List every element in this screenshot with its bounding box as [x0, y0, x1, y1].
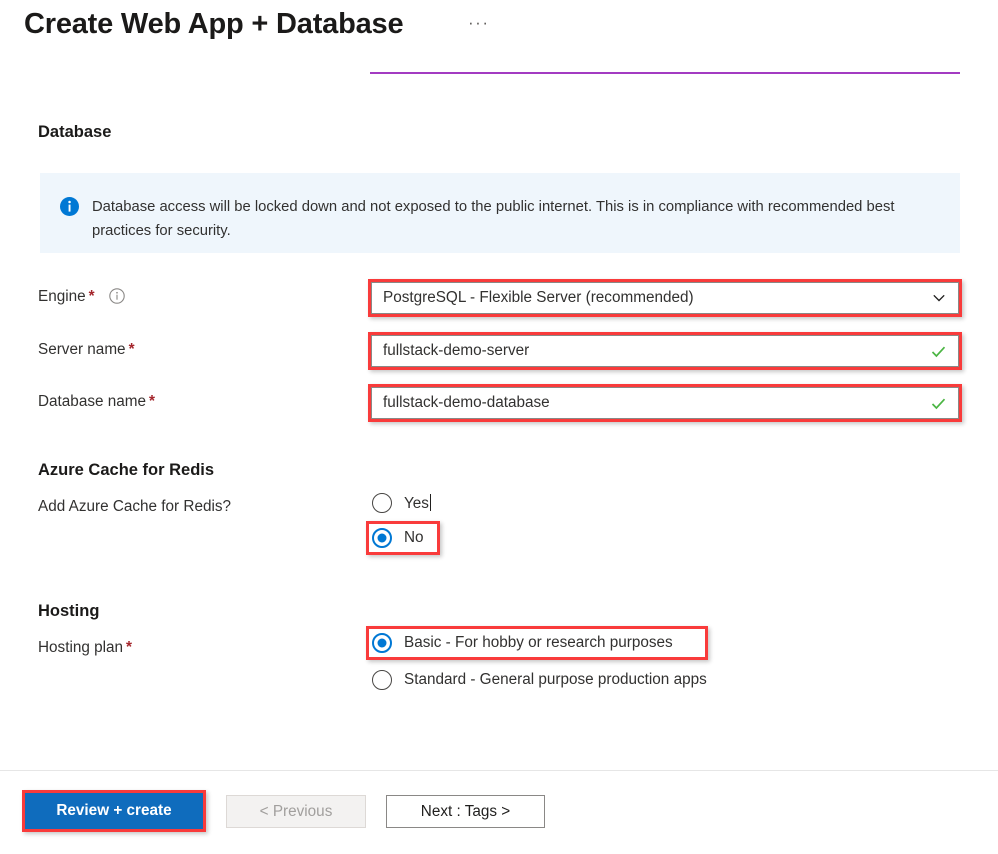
more-options-ellipsis-icon[interactable]: ··· — [468, 14, 489, 31]
server-name-value: fullstack-demo-server — [383, 342, 530, 359]
section-heading-hosting: Hosting — [38, 602, 100, 620]
database-info-banner-text: Database access will be locked down and … — [92, 199, 895, 239]
review-create-button[interactable]: Review + create — [25, 793, 203, 829]
server-name-label: Server name * — [38, 341, 135, 359]
engine-label: Engine * — [38, 288, 125, 306]
database-name-label: Database name * — [38, 393, 155, 411]
database-name-required-asterisk: * — [149, 393, 155, 410]
radio-circle-icon[interactable] — [372, 493, 392, 513]
radio-redis-no-label: No — [404, 529, 424, 546]
radio-redis-yes[interactable]: Yes — [372, 490, 431, 516]
database-name-value: fullstack-demo-database — [383, 394, 550, 411]
engine-info-icon[interactable] — [109, 288, 125, 304]
hosting-plan-label-text: Hosting plan — [38, 639, 124, 656]
engine-dropdown[interactable]: PostgreSQL - Flexible Server (recommende… — [371, 282, 959, 314]
server-name-input[interactable]: fullstack-demo-server — [371, 335, 959, 367]
radio-hosting-basic-label: Basic - For hobby or research purposes — [404, 634, 673, 651]
radio-circle-selected-icon[interactable] — [372, 633, 392, 653]
database-info-banner: Database access will be locked down and … — [40, 173, 960, 253]
database-name-label-text: Database name — [38, 393, 146, 410]
radio-circle-selected-icon[interactable] — [372, 528, 392, 548]
chevron-down-icon[interactable] — [931, 290, 947, 306]
radio-hosting-standard[interactable]: Standard - General purpose production ap… — [372, 667, 707, 693]
text-caret — [429, 493, 431, 511]
engine-required-asterisk: * — [88, 288, 95, 305]
check-icon — [930, 343, 947, 360]
hosting-plan-label: Hosting plan * — [38, 639, 132, 657]
section-heading-redis: Azure Cache for Redis — [38, 461, 215, 479]
database-name-input[interactable]: fullstack-demo-database — [371, 387, 959, 419]
page-title: Create Web App + Database — [24, 8, 404, 40]
previous-button: < Previous — [226, 795, 366, 828]
radio-circle-icon[interactable] — [372, 670, 392, 690]
server-name-required-asterisk: * — [128, 341, 135, 358]
radio-hosting-basic[interactable]: Basic - For hobby or research purposes — [372, 630, 673, 656]
next-tags-button[interactable]: Next : Tags > — [386, 795, 545, 828]
server-name-label-text: Server name — [38, 341, 126, 358]
radio-hosting-standard-label: Standard - General purpose production ap… — [404, 671, 707, 688]
hosting-plan-required-asterisk: * — [126, 639, 132, 656]
radio-redis-yes-label: Yes — [404, 493, 431, 512]
info-icon — [60, 197, 79, 216]
radio-redis-no[interactable]: No — [372, 525, 424, 551]
partial-field-above[interactable] — [370, 40, 960, 74]
engine-label-text: Engine — [38, 288, 86, 305]
footer-divider — [0, 770, 998, 771]
engine-value: PostgreSQL - Flexible Server (recommende… — [383, 289, 694, 306]
section-heading-database: Database — [38, 123, 112, 141]
check-icon — [930, 395, 947, 412]
redis-question-label: Add Azure Cache for Redis? — [38, 498, 232, 515]
